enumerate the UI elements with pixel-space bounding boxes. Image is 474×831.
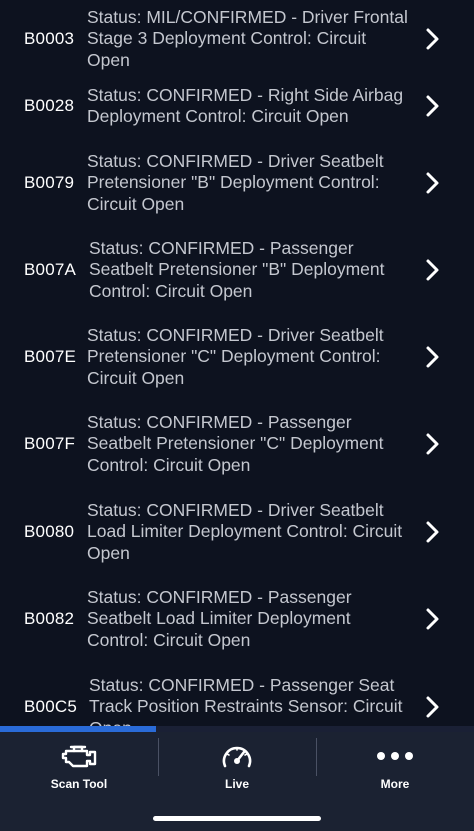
tab-more[interactable]: More xyxy=(316,732,474,802)
chevron-right-icon xyxy=(422,520,442,544)
tab-scan-tool[interactable]: Scan Tool xyxy=(0,732,158,802)
tab-label: Live xyxy=(224,777,249,791)
chevron-right-icon xyxy=(422,171,442,195)
gauge-icon xyxy=(158,740,316,772)
tab-live[interactable]: Live xyxy=(158,732,316,802)
dtc-code: B0003 xyxy=(24,29,75,48)
dtc-description: Status: CONFIRMED - Driver Seatbelt Load… xyxy=(87,499,403,563)
dtc-code: B0080 xyxy=(24,522,75,541)
chevron-right-icon xyxy=(422,432,442,456)
dtc-row[interactable]: B0028 Status: CONFIRMED - Right Side Air… xyxy=(0,81,474,131)
dtc-description: Status: CONFIRMED - Passenger Seat Track… xyxy=(89,674,403,727)
dtc-description: Status: CONFIRMED - Passenger Seatbelt P… xyxy=(89,237,385,301)
dtc-description: Status: CONFIRMED - Right Side Airbag De… xyxy=(87,84,404,127)
tab-label: Scan Tool xyxy=(50,777,108,791)
dtc-description: Status: CONFIRMED - Passenger Seatbelt L… xyxy=(87,586,352,650)
chevron-right-icon xyxy=(422,258,442,282)
dtc-row[interactable]: B0003 Status: MIL/CONFIRMED - Driver Fro… xyxy=(0,7,474,70)
dtc-row[interactable]: B0079 Status: CONFIRMED - Driver Seatbel… xyxy=(0,147,474,219)
dtc-description: Status: CONFIRMED - Driver Seatbelt Pret… xyxy=(87,150,384,214)
chevron-right-icon xyxy=(422,27,442,51)
engine-icon xyxy=(0,740,158,772)
dtc-row[interactable]: B00C5 Status: CONFIRMED - Passenger Seat… xyxy=(0,671,474,727)
dtc-description: Status: CONFIRMED - Passenger Seatbelt P… xyxy=(87,411,384,475)
dtc-description: Status: CONFIRMED - Driver Seatbelt Pret… xyxy=(87,324,384,388)
dtc-row[interactable]: B0082 Status: CONFIRMED - Passenger Seat… xyxy=(0,583,474,655)
dtc-row[interactable]: B007F Status: CONFIRMED - Passenger Seat… xyxy=(0,408,474,480)
dtc-code: B007F xyxy=(24,434,76,453)
dtc-description: Status: MIL/CONFIRMED - Driver Frontal S… xyxy=(87,6,408,70)
dtc-list[interactable]: B0003 Status: MIL/CONFIRMED - Driver Fro… xyxy=(0,0,474,727)
tab-label: More xyxy=(380,777,410,791)
chevron-right-icon xyxy=(422,695,442,719)
dtc-code: B007A xyxy=(24,260,77,279)
dtc-code: B0028 xyxy=(24,96,75,115)
chevron-right-icon xyxy=(422,94,442,118)
dtc-row[interactable]: B0080 Status: CONFIRMED - Driver Seatbel… xyxy=(0,496,474,568)
screen: B0003 Status: MIL/CONFIRMED - Driver Fro… xyxy=(0,0,474,831)
chevron-right-icon xyxy=(422,345,442,369)
dtc-code: B00C5 xyxy=(24,697,77,716)
dtc-row[interactable]: B007E Status: CONFIRMED - Driver Seatbel… xyxy=(0,321,474,393)
more-dots-icon xyxy=(316,740,474,772)
dtc-row[interactable]: B007A Status: CONFIRMED - Passenger Seat… xyxy=(0,234,474,306)
home-indicator[interactable] xyxy=(153,816,321,821)
dtc-code: B0079 xyxy=(24,173,75,192)
dtc-code: B007E xyxy=(24,347,77,366)
chevron-right-icon xyxy=(422,607,442,631)
dtc-code: B0082 xyxy=(24,609,75,628)
